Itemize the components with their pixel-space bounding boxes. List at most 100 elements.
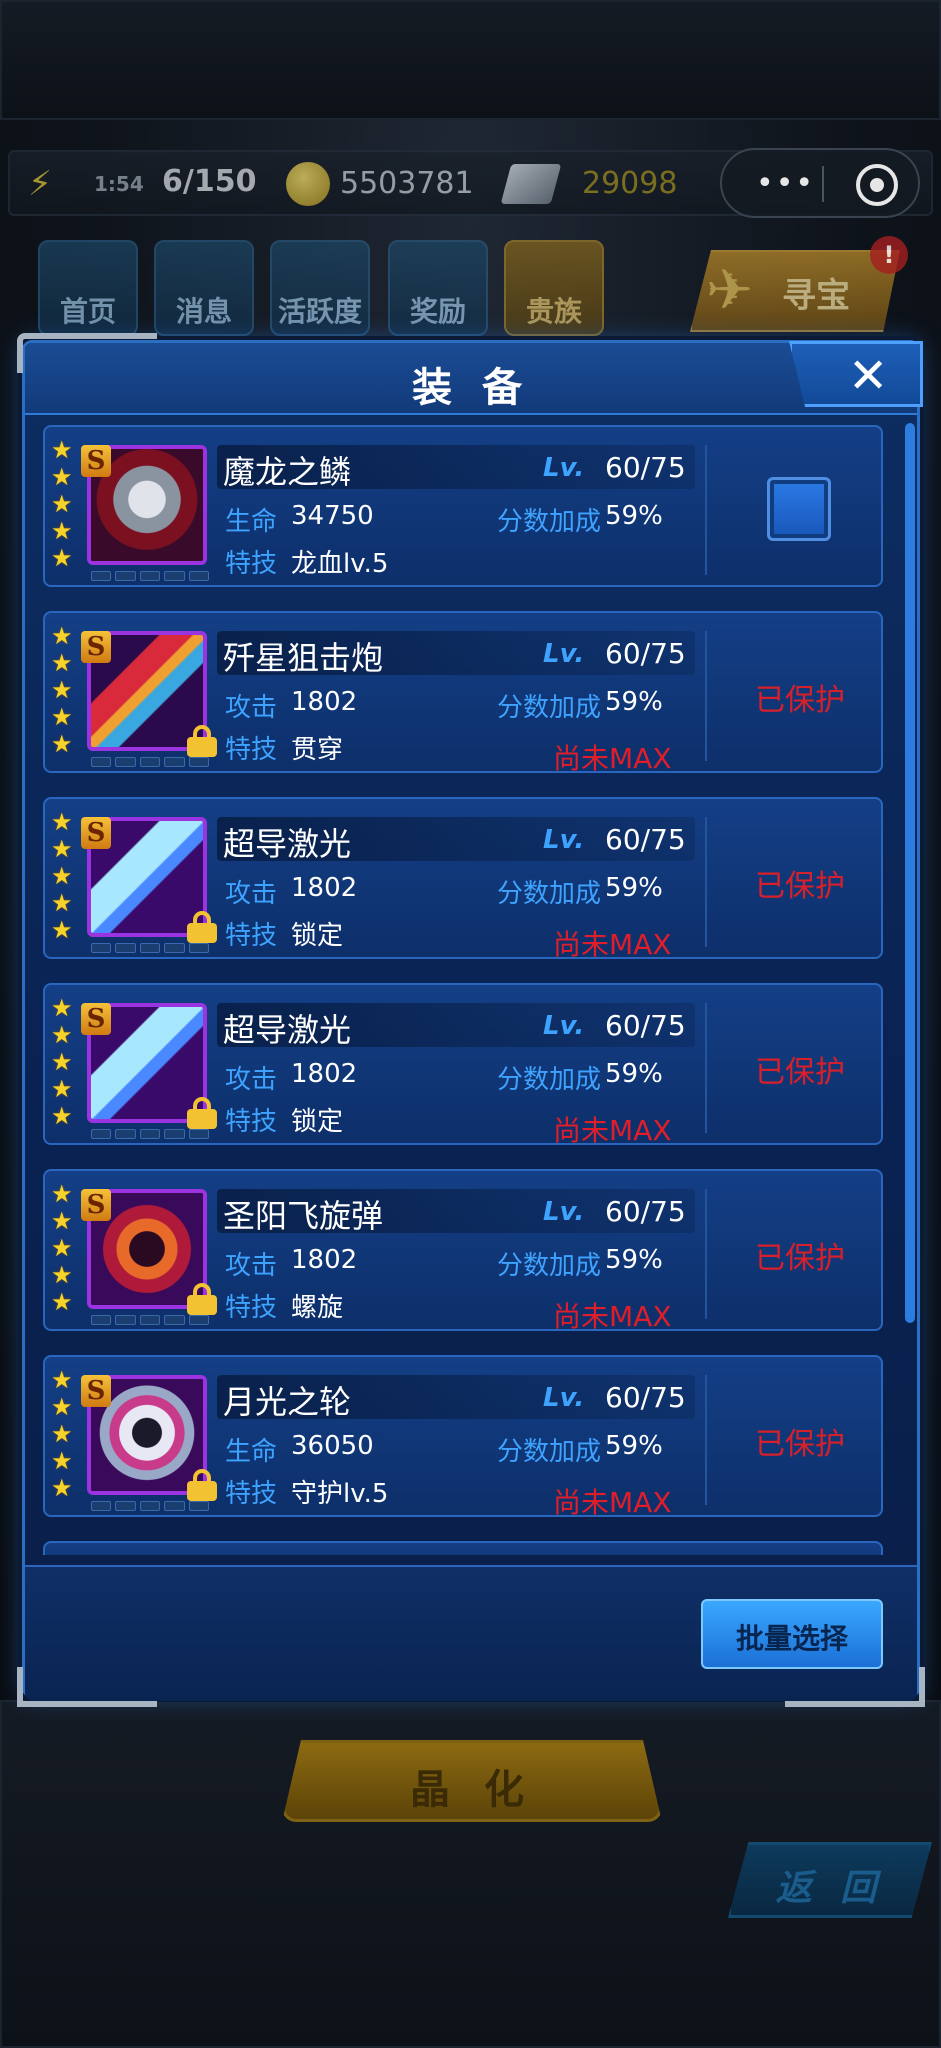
not-max-label: 尚未MAX: [553, 928, 672, 961]
energy-icon[interactable]: ⚡: [28, 164, 64, 204]
modal-title: 装 备: [412, 365, 530, 411]
menu-noble[interactable]: 贵族: [504, 240, 604, 336]
equipment-item-partial[interactable]: [43, 1541, 883, 1555]
star-icon: ★: [51, 436, 73, 464]
skill-label: 特技: [225, 1293, 278, 1323]
lock-icon: [187, 1469, 217, 1501]
skill-value: 贯穿: [291, 735, 344, 765]
rank-badge: S: [81, 1375, 111, 1407]
capsule-divider: [822, 166, 824, 202]
crystallize-label: 晶 化: [410, 1767, 534, 1813]
menu-noble-label: 贵族: [525, 295, 582, 328]
more-icon[interactable]: •••: [756, 166, 815, 201]
rank-badge: S: [81, 631, 111, 663]
equipment-item[interactable]: ★ ★ ★ ★ ★ S 超导激光 Lv. 60/75 攻击 1802 分数加成 59% 特技 锁定 尚未MAX…: [43, 983, 883, 1147]
upgrade-slots: [91, 943, 210, 953]
back-label: 返 回: [775, 1868, 885, 1909]
upgrade-slots: [91, 1501, 210, 1511]
star-icon: ★: [51, 808, 73, 836]
equipment-item[interactable]: ★ ★ ★ ★ ★ S 圣阳飞旋弹 Lv. 60/75 攻击 1802 分数加成 59% 特技 螺旋 尚未MA…: [43, 1169, 883, 1333]
equipment-name: 歼星狙击炮: [223, 639, 384, 677]
bonus-label: 分数加成: [497, 1251, 602, 1281]
star-icon: ★: [51, 994, 73, 1022]
star-icon: ★: [51, 1474, 73, 1502]
star-icon: ★: [51, 835, 73, 863]
crystallize-button[interactable]: 晶 化: [282, 1740, 662, 1822]
equipment-name: 月光之轮: [223, 1383, 352, 1421]
star-icon: ★: [51, 1075, 73, 1103]
lock-icon: [187, 911, 217, 943]
coin-icon[interactable]: [286, 162, 330, 206]
close-button[interactable]: ✕: [789, 341, 923, 407]
item-divider: [705, 1189, 707, 1319]
star-icon: ★: [51, 1420, 73, 1448]
item-divider: [705, 817, 707, 947]
star-icon: ★: [51, 1207, 73, 1235]
skill-label: 特技: [225, 1107, 278, 1137]
protected-status: 已保护: [755, 869, 845, 904]
star-icon: ★: [51, 1261, 73, 1289]
equipment-item[interactable]: ★ ★ ★ ★ ★ S 魔龙之鳞 Lv. 60/75 生命 34750 分数加成 59% 特技 龙血lv.5: [43, 425, 883, 587]
menu-messages[interactable]: 消息: [154, 240, 254, 336]
star-icon: ★: [51, 1447, 73, 1475]
equipment-list[interactable]: ★ ★ ★ ★ ★ S 魔龙之鳞 Lv. 60/75 生命 34750 分数加成 59% 特技 龙血lv.5…: [43, 425, 883, 1555]
select-checkbox[interactable]: [767, 477, 831, 541]
star-icon: ★: [51, 676, 73, 704]
notification-badge: !: [870, 236, 908, 274]
item-divider: [705, 631, 707, 761]
equipment-item[interactable]: ★ ★ ★ ★ ★ S 超导激光 Lv. 60/75 攻击 1802 分数加成 59% 特技 锁定 尚未MAX…: [43, 797, 883, 961]
upgrade-slots: [91, 757, 210, 767]
treasure-button[interactable]: ✈ 寻宝: [690, 250, 900, 332]
level-value: 60/75: [605, 1195, 686, 1228]
star-rating: ★ ★ ★ ★ ★: [51, 995, 77, 1130]
plane-icon: ✈: [706, 258, 753, 323]
menu-rewards[interactable]: 奖励: [388, 240, 488, 336]
skill-label: 特技: [225, 1479, 278, 1509]
menu-home[interactable]: 首页: [38, 240, 138, 336]
bonus-value: 59%: [605, 1059, 663, 1089]
skill-label: 特技: [225, 549, 278, 579]
equipment-name: 超导激光: [223, 1011, 352, 1049]
back-button[interactable]: 返 回: [728, 1842, 932, 1918]
protected-status: 已保护: [755, 1055, 845, 1090]
stat-value: 36050: [291, 1431, 374, 1461]
modal-header: 装 备: [25, 343, 917, 415]
close-icon: ✕: [848, 348, 889, 404]
level-label: Lv.: [543, 639, 585, 669]
star-icon: ★: [51, 649, 73, 677]
close-miniapp-icon[interactable]: [856, 164, 898, 206]
miniapp-capsule: •••: [720, 148, 920, 218]
rank-badge: S: [81, 817, 111, 849]
upgrade-slots: [91, 571, 210, 581]
energy-timer: 1:54: [94, 172, 144, 196]
star-icon: ★: [51, 517, 73, 545]
bonus-label: 分数加成: [497, 879, 602, 909]
level-label: Lv.: [543, 1197, 585, 1227]
level-value: 60/75: [605, 1381, 686, 1414]
batch-select-button[interactable]: 批量选择: [701, 1599, 883, 1669]
skill-value: 守护lv.5: [291, 1479, 389, 1509]
stat-label: 攻击: [225, 1065, 278, 1095]
level-value: 60/75: [605, 1009, 686, 1042]
skill-value: 锁定: [291, 1107, 344, 1137]
gem-icon[interactable]: [500, 164, 562, 204]
scrollbar[interactable]: [905, 423, 915, 1323]
level-value: 60/75: [605, 637, 686, 670]
equipment-item[interactable]: ★ ★ ★ ★ ★ S 月光之轮 Lv. 60/75 生命 36050 分数加成 59% 特技 守护lv.5…: [43, 1355, 883, 1519]
menu-activity[interactable]: 活跃度: [270, 240, 370, 336]
star-icon: ★: [51, 463, 73, 491]
treasure-label: 寻宝: [782, 276, 850, 316]
star-icon: ★: [51, 730, 73, 758]
star-icon: ★: [51, 1048, 73, 1076]
skill-label: 特技: [225, 735, 278, 765]
star-icon: ★: [51, 1393, 73, 1421]
level-value: 60/75: [605, 451, 686, 484]
rank-badge: S: [81, 1189, 111, 1221]
star-icon: ★: [51, 1366, 73, 1394]
equipment-name: 魔龙之鳞: [223, 453, 352, 491]
stat-label: 攻击: [225, 693, 278, 723]
equipment-item[interactable]: ★ ★ ★ ★ ★ S 歼星狙击炮 Lv. 60/75 攻击 1802 分数加成 59% 特技 贯穿 尚未MA…: [43, 611, 883, 775]
protected-status: 已保护: [755, 1427, 845, 1462]
star-rating: ★ ★ ★ ★ ★: [51, 623, 77, 758]
gem-count: 29098: [582, 166, 678, 201]
